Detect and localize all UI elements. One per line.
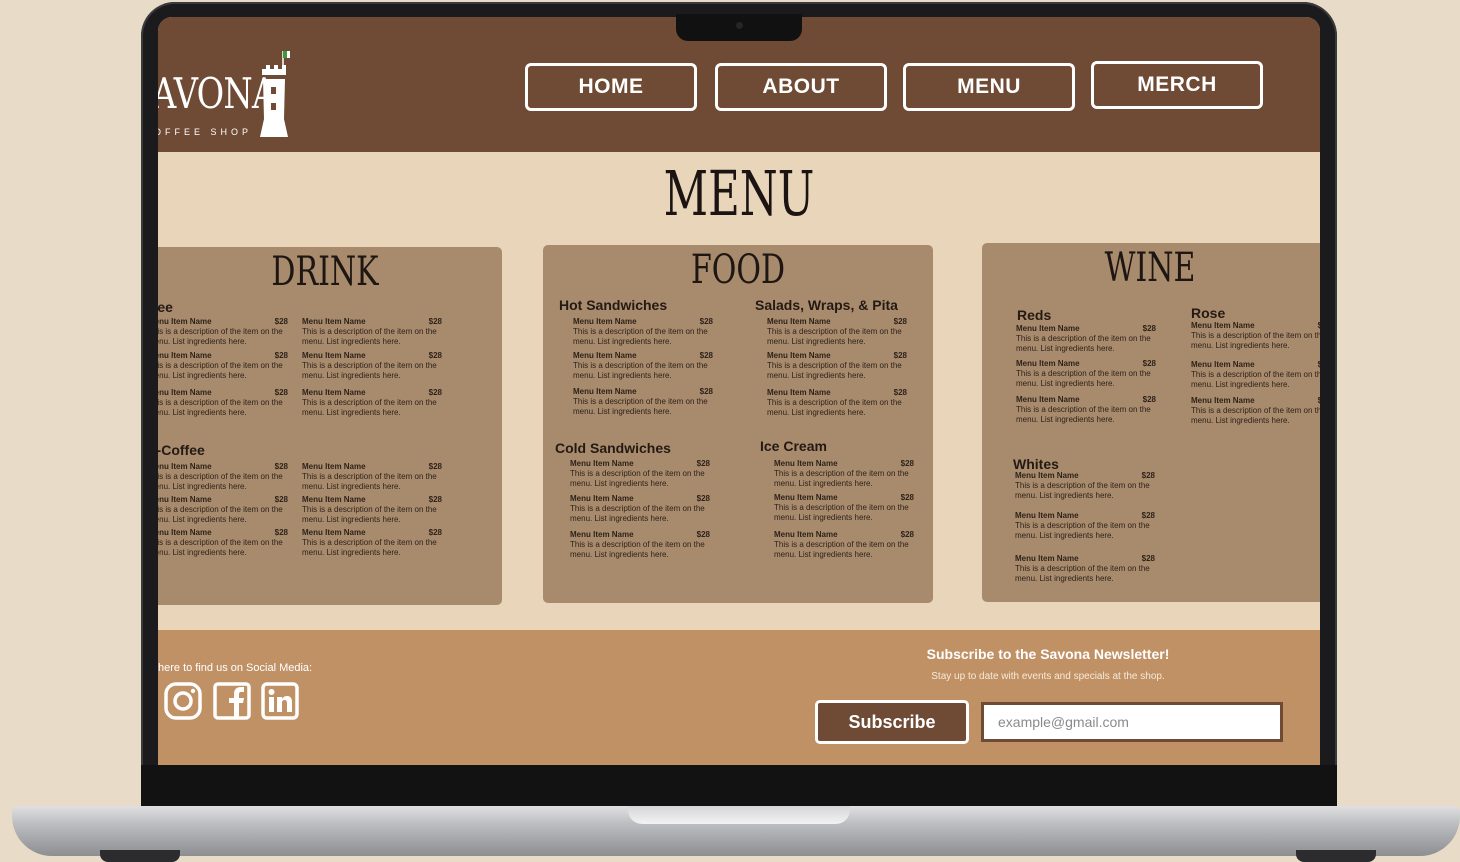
section-heading: Whites (1013, 456, 1059, 472)
laptop-foot (100, 850, 180, 862)
menu-item: Menu Item Name$28This is a description o… (774, 493, 914, 522)
instagram-icon[interactable] (164, 682, 202, 720)
menu-item: Menu Item Name$28This is a description o… (573, 351, 713, 380)
menu-item: Menu Item Name$28This is a description o… (774, 459, 914, 488)
food-card: FOOD Hot Sandwiches Salads, Wraps, & Pit… (543, 245, 933, 603)
menu-item: Menu Item Name$28This is a description o… (1016, 395, 1156, 424)
section-heading: Cold Sandwiches (555, 440, 671, 456)
menu-item: Menu Item Name$28This is a description o… (1016, 359, 1156, 388)
nav-merch-button[interactable]: MERCH (1091, 61, 1263, 109)
browser-screen: AVONA OFFEE SHOP HOME ABOUT MENU MERCH M… (158, 17, 1320, 765)
menu-item: Menu Item Name$28This is a description o… (774, 530, 914, 559)
laptop-hinge-notch (628, 806, 850, 824)
camera-notch (676, 14, 802, 41)
facebook-icon[interactable] (213, 682, 251, 720)
menu-item: Menu Item Name$28This is a description o… (1191, 321, 1320, 350)
laptop-bezel-bottom (141, 765, 1337, 810)
menu-item: Menu Item Name$28This is a description o… (158, 528, 288, 557)
menu-item: Menu Item Name$28This is a description o… (573, 387, 713, 416)
card-title: FOOD (690, 247, 786, 293)
tower-icon (260, 51, 290, 137)
social-media-text: here to find us on Social Media: (158, 662, 313, 674)
nav-home-button[interactable]: HOME (525, 63, 697, 111)
menu-item: Menu Item Name$28This is a description o… (1191, 396, 1320, 425)
page-title: MENU (663, 157, 815, 230)
section-heading: Salads, Wraps, & Pita (755, 297, 898, 313)
section-heading: Hot Sandwiches (559, 297, 668, 313)
menu-item: Menu Item Name$28This is a description o… (158, 388, 288, 417)
subscribe-button[interactable]: Subscribe (815, 700, 969, 744)
wine-card: WINE Reds Rose Whites Menu Item Name $28 T… (982, 243, 1320, 602)
menu-item: Menu Item Name$28This is a description o… (302, 351, 442, 380)
menu-item: Menu Item Name$28This is a description o… (570, 459, 710, 488)
newsletter-title: Subscribe to the Savona Newsletter! (926, 646, 1170, 662)
menu-item: Menu Item Name$28This is a description o… (302, 528, 442, 557)
section-heading: Ice Cream (760, 438, 827, 454)
logo-subtitle: OFFEE SHOP (158, 127, 253, 137)
section-heading: Rose (1191, 305, 1226, 321)
menu-item: Menu Item Name$28This is a description o… (1015, 471, 1155, 500)
menu-item: Menu Item Name$28This is a description o… (573, 317, 713, 346)
laptop-foot (1296, 850, 1376, 862)
nav-menu-button[interactable]: MENU (903, 63, 1075, 111)
section-heading: ffee (158, 299, 173, 315)
menu-item: Menu Item Name$28This is a description o… (570, 530, 710, 559)
nav-about-button[interactable]: ABOUT (715, 63, 887, 111)
logo[interactable]: AVONA OFFEE SHOP (158, 37, 312, 137)
menu-item: Menu Item Name$28This is a description o… (570, 494, 710, 523)
menu-item: Menu Item Name$28This is a description o… (302, 317, 442, 346)
section-heading: Reds (1017, 307, 1052, 323)
menu-item: Menu Item Name$28This is a description o… (1016, 324, 1156, 353)
linkedin-icon[interactable] (261, 682, 299, 720)
newsletter-subtitle: Stay up to date with events and specials… (931, 671, 1165, 682)
menu-item: Menu Item Name$28This is a description o… (767, 317, 907, 346)
menu-item: Menu Item Name$28This is a description o… (158, 351, 288, 380)
menu-item: Menu Item Name$28This is a description o… (158, 495, 288, 524)
site-footer: here to find us on Social Media: Subscri… (158, 630, 1320, 765)
camera-icon (736, 22, 743, 29)
menu-item: Menu Item Name$28This is a description o… (1191, 360, 1320, 389)
menu-item: Menu Item Name$28This is a description o… (302, 462, 442, 491)
email-field[interactable] (981, 702, 1283, 742)
menu-item: Menu Item Name$28This is a description o… (302, 495, 442, 524)
menu-item: Menu Item Name$28This is a description o… (1015, 511, 1155, 540)
card-title: DRINK (271, 249, 379, 295)
menu-item: Menu Item Name$28This is a description o… (158, 462, 288, 491)
menu-item: Menu Item Name$28This is a description o… (767, 351, 907, 380)
menu-item: Menu Item Name$28This is a description o… (1015, 554, 1155, 583)
menu-item: Menu Item Name$28This is a description o… (302, 388, 442, 417)
menu-item: Menu Item Name$28This is a description o… (767, 388, 907, 417)
section-heading: n-Coffee (158, 442, 205, 458)
drink-card: DRINK ffee n-Coffee Menu Item Name$28Thi… (158, 247, 502, 605)
card-title: WINE (1104, 245, 1196, 291)
menu-item: Menu Item Name$28This is a description o… (158, 317, 288, 346)
